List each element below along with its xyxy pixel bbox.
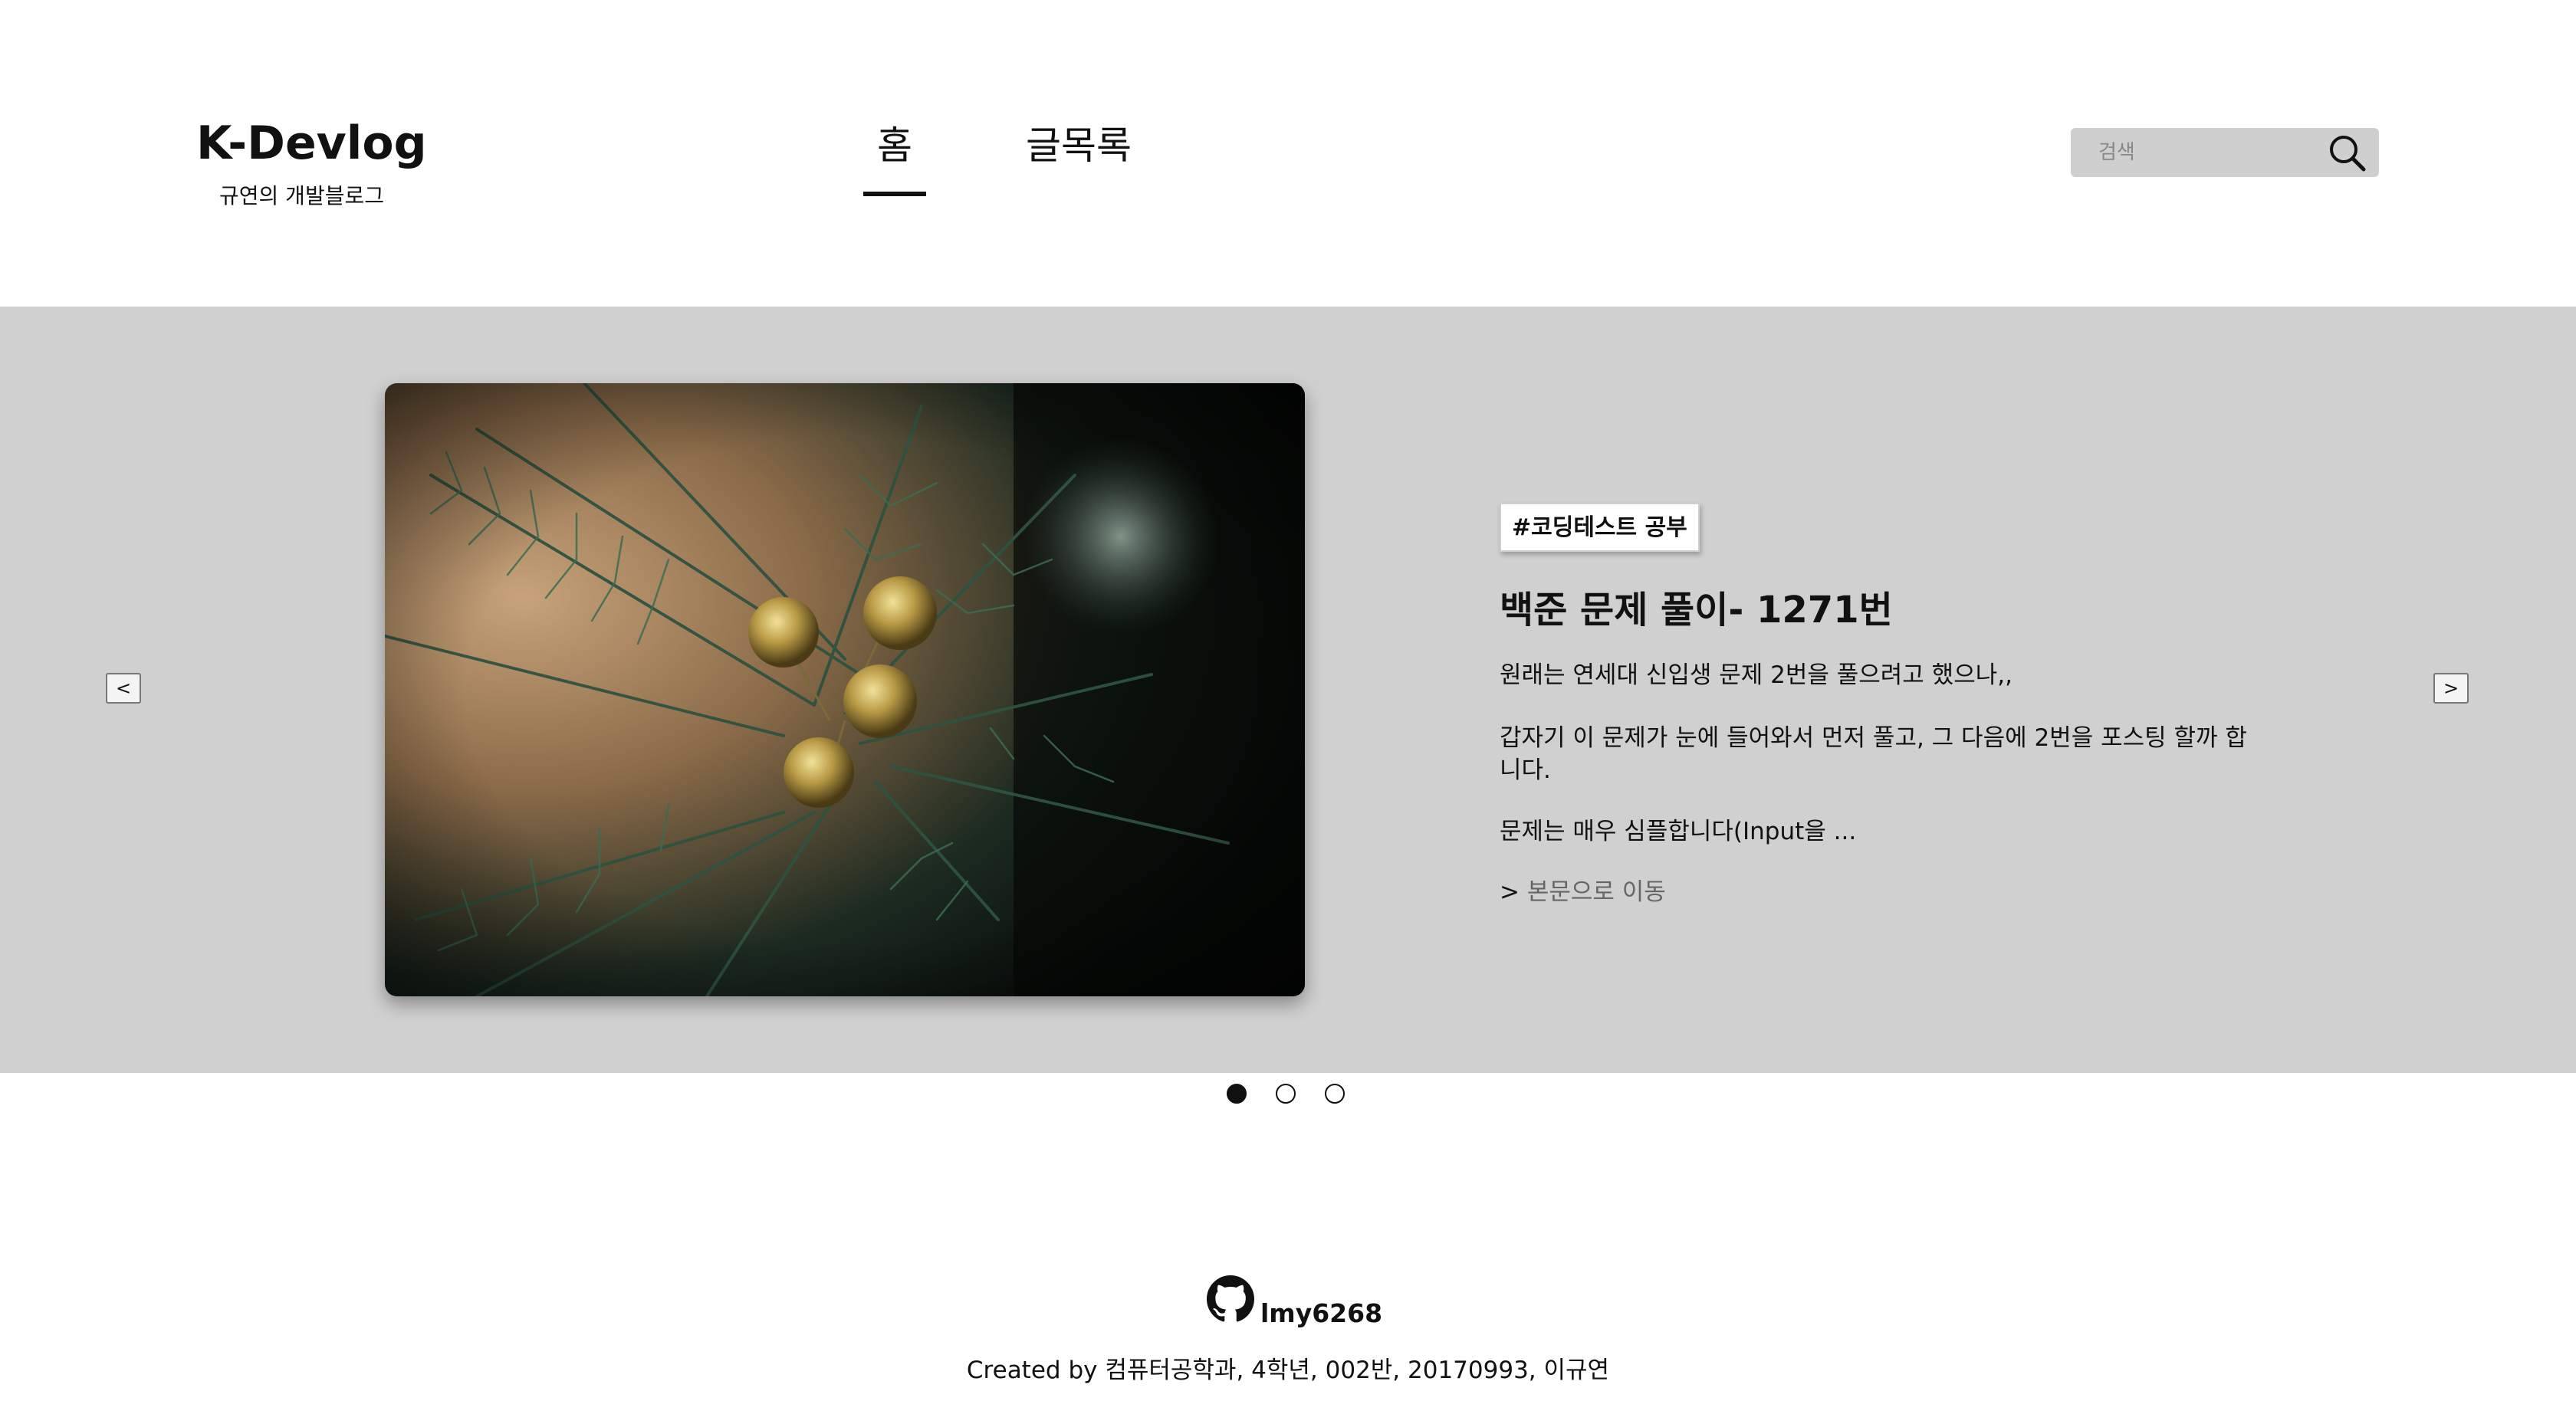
brand[interactable]: K-Devlog 규연의 개발블로그 xyxy=(196,116,427,208)
brand-title[interactable]: K-Devlog xyxy=(196,116,427,170)
nav-item-post-list[interactable]: 글목록 xyxy=(1026,115,1132,196)
post-title[interactable]: 백준 문제 풀이- 1271번 xyxy=(1500,579,1893,633)
site-header: K-Devlog 규연의 개발블로그 홈 글목록 xyxy=(0,0,2576,307)
slide-dot-2[interactable] xyxy=(1276,1084,1296,1104)
search-box xyxy=(2071,128,2379,177)
nav-item-home-label[interactable]: 홈 xyxy=(877,123,912,168)
post-tag[interactable]: #코딩테스트 공부 xyxy=(1500,503,1700,552)
nav-item-home[interactable]: 홈 xyxy=(863,115,926,196)
post-excerpt-line: 원래는 연세대 신입생 문제 2번을 풀으려고 했으나,, xyxy=(1500,661,2013,689)
search-icon[interactable] xyxy=(2325,131,2368,174)
prev-slide-button[interactable]: < xyxy=(106,673,141,704)
slider-pagination xyxy=(1227,1084,1345,1104)
nav-item-post-list-label[interactable]: 글목록 xyxy=(1026,123,1132,168)
main-nav: 홈 글목록 xyxy=(863,115,1132,196)
search-input[interactable] xyxy=(2098,128,2328,177)
read-more-arrow: > xyxy=(1500,878,1520,906)
nav-active-underline xyxy=(863,192,926,196)
next-slide-button[interactable]: > xyxy=(2433,673,2469,704)
read-more-link[interactable]: > 본문으로 이동 xyxy=(1500,872,1666,907)
footer-credit: Created by 컴퓨터공학과, 4학년, 002반, 20170993, … xyxy=(966,1357,1610,1384)
slide-dot-1[interactable] xyxy=(1227,1084,1247,1104)
post-excerpt-line: 문제는 매우 심플합니다(Input을 ... xyxy=(1500,818,1857,845)
slide-dot-3[interactable] xyxy=(1325,1084,1345,1104)
github-username[interactable]: lmy6268 xyxy=(1260,1298,1382,1328)
read-more-label[interactable]: 본문으로 이동 xyxy=(1527,878,1666,906)
featured-slider: < #코딩테스트 공부 백준 문제 풀이- 1271번 원래는 연세대 신입생 … xyxy=(0,307,2576,1073)
post-excerpt-line: 갑자기 이 문제가 눈에 들어와서 먼저 풀고, 그 다음에 2번을 포스팅 할… xyxy=(1500,724,2247,784)
github-icon[interactable] xyxy=(1207,1275,1254,1323)
slide-thumbnail-image[interactable] xyxy=(385,383,1305,996)
brand-subtitle: 규연의 개발블로그 xyxy=(219,183,384,208)
